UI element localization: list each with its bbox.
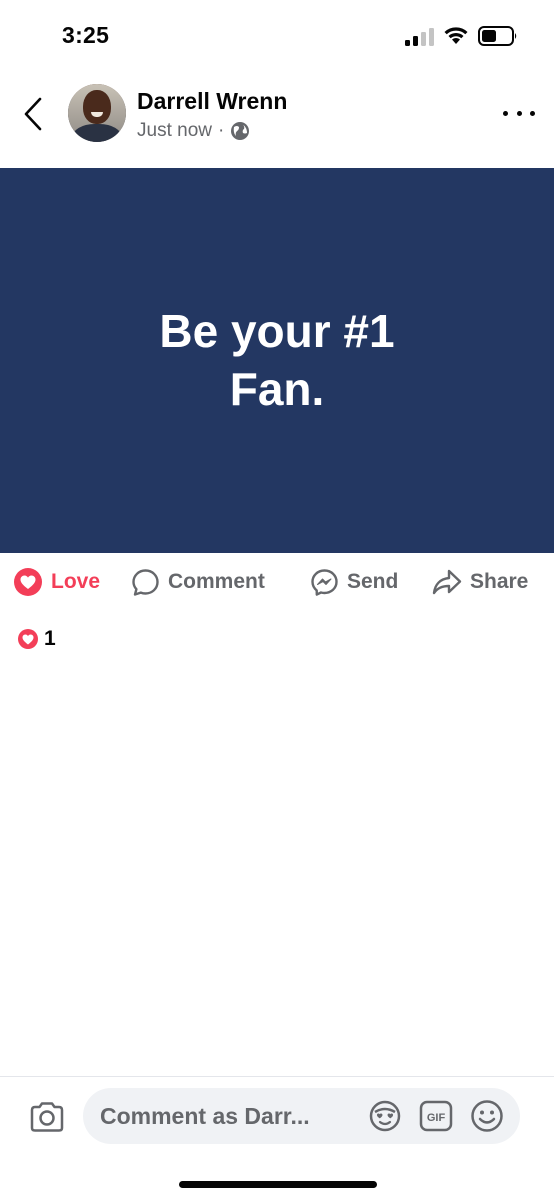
comment-icon — [132, 568, 159, 596]
meta-separator: · — [217, 120, 225, 141]
love-button[interactable]: Love — [13, 560, 100, 604]
share-label: Share — [470, 570, 529, 593]
home-indicator[interactable] — [179, 1181, 377, 1188]
post-timestamp: Just now — [137, 120, 212, 141]
love-reaction-icon — [14, 568, 42, 596]
share-button[interactable]: Share — [432, 560, 528, 604]
cellular-signal-icon — [405, 28, 434, 46]
post-action-bar: Love Comment Send Share — [0, 560, 554, 604]
wifi-icon — [444, 27, 468, 44]
avatar[interactable] — [68, 84, 126, 142]
love-label: Love — [51, 570, 101, 593]
status-time: 3:25 — [62, 22, 110, 48]
post-header: Darrell Wrenn Just now · — [0, 76, 554, 166]
post-meta: Just now · — [137, 120, 250, 142]
svg-text:GIF: GIF — [427, 1112, 446, 1124]
chevron-left-icon — [24, 97, 42, 131]
post-image[interactable]: Be your #1 Fan. — [0, 168, 554, 553]
avatar-sticker-icon[interactable] — [367, 1098, 403, 1134]
gif-icon[interactable]: GIF — [418, 1098, 454, 1134]
love-reaction-icon — [18, 629, 38, 649]
status-bar: 3:25 — [0, 0, 554, 70]
messenger-icon — [311, 568, 338, 596]
more-options-button[interactable] — [503, 106, 535, 120]
reactions-summary[interactable]: 1 — [17, 626, 56, 652]
share-arrow-icon — [432, 569, 462, 595]
author-name[interactable]: Darrell Wrenn — [137, 88, 287, 115]
globe-icon — [231, 122, 250, 140]
comment-label: Comment — [168, 570, 265, 593]
back-button[interactable] — [18, 94, 48, 134]
camera-icon[interactable] — [29, 1101, 65, 1133]
send-label: Send — [347, 570, 399, 593]
emoji-icon[interactable] — [469, 1098, 505, 1134]
send-button[interactable]: Send — [310, 560, 398, 604]
battery-icon — [478, 26, 517, 46]
comment-button[interactable]: Comment — [131, 560, 265, 604]
reaction-count: 1 — [44, 627, 56, 650]
post-image-text: Be your #1 Fan. — [159, 305, 395, 415]
comment-input[interactable]: Comment as Darr... — [83, 1088, 520, 1144]
